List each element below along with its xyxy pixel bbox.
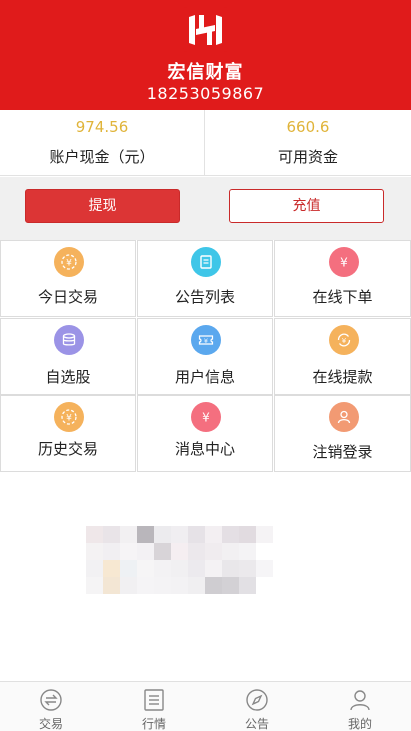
user-phone: 18253059867 — [146, 84, 265, 103]
menu-message-center[interactable]: ¥ 消息中心 — [137, 395, 273, 472]
coin-icon: ¥ — [54, 402, 84, 432]
tab-trade[interactable]: 交易 — [0, 682, 102, 731]
list-icon — [144, 689, 164, 711]
yen-icon: ¥ — [329, 247, 359, 277]
tab-market[interactable]: 行情 — [103, 682, 205, 731]
svg-text:¥: ¥ — [340, 256, 348, 270]
withdraw-button[interactable]: 提现 — [25, 189, 180, 223]
recharge-button[interactable]: 充值 — [229, 189, 384, 223]
cash-label: 账户现金（元） — [49, 148, 155, 166]
pixelated-image — [86, 526, 276, 598]
tab-label: 公告 — [244, 717, 269, 731]
menu-label: 在线提款 — [312, 368, 373, 386]
bottom-tab-bar: 交易 行情 公告 我的 — [0, 681, 411, 731]
refresh-coin-icon: ¥ — [329, 325, 359, 355]
exchange-icon — [40, 689, 62, 711]
menu-label: 用户信息 — [174, 368, 235, 386]
menu-label: 注销登录 — [312, 443, 373, 461]
svg-text:¥: ¥ — [66, 259, 72, 269]
tab-label: 交易 — [38, 717, 63, 731]
menu-label: 自选股 — [45, 368, 91, 386]
menu-history-trades[interactable]: ¥ 历史交易 — [0, 395, 136, 472]
available-value: 660.6 — [286, 118, 330, 136]
available-label: 可用资金 — [277, 148, 338, 166]
tab-label: 我的 — [347, 717, 372, 731]
brand-logo-icon — [183, 7, 228, 52]
header: 宏信财富 18253059867 — [0, 0, 411, 110]
document-icon — [191, 247, 221, 277]
menu-place-order[interactable]: ¥ 在线下单 — [274, 240, 411, 317]
menu-label: 公告列表 — [174, 288, 235, 306]
cash-value: 974.56 — [75, 118, 129, 136]
menu-announcements[interactable]: 公告列表 — [137, 240, 273, 317]
menu-withdraw-online[interactable]: ¥ 在线提款 — [274, 318, 411, 395]
available-stat: 660.6 可用资金 — [205, 110, 411, 176]
user-icon — [329, 402, 359, 432]
yen-icon: ¥ — [191, 402, 221, 432]
menu-grid: ¥ 今日交易 公告列表 ¥ 在线下单 自选股 ¥ 用户信息 ¥ 在线提款 ¥ 历… — [0, 240, 411, 472]
cash-stat: 974.56 账户现金（元） — [0, 110, 205, 176]
menu-label: 消息中心 — [174, 440, 235, 458]
menu-label: 今日交易 — [37, 288, 98, 306]
database-icon — [54, 325, 84, 355]
menu-watchlist[interactable]: 自选股 — [0, 318, 136, 395]
svg-text:¥: ¥ — [342, 337, 347, 345]
compass-icon — [246, 689, 268, 711]
tab-label: 行情 — [141, 717, 166, 731]
menu-label: 历史交易 — [37, 440, 98, 458]
svg-text:¥: ¥ — [202, 411, 210, 425]
menu-today-trades[interactable]: ¥ 今日交易 — [0, 240, 136, 317]
tab-notice[interactable]: 公告 — [206, 682, 308, 731]
user-icon — [350, 690, 370, 711]
brand-name: 宏信财富 — [167, 62, 244, 83]
menu-label: 在线下单 — [312, 288, 373, 306]
account-summary: 974.56 账户现金（元） 660.6 可用资金 — [0, 110, 411, 176]
action-bar: 提现 充值 — [0, 177, 411, 240]
tab-mine[interactable]: 我的 — [309, 682, 411, 731]
svg-text:¥: ¥ — [66, 414, 72, 424]
menu-logout[interactable]: 注销登录 — [274, 395, 411, 472]
ticket-icon: ¥ — [191, 325, 221, 355]
coin-icon: ¥ — [54, 247, 84, 277]
menu-user-info[interactable]: ¥ 用户信息 — [137, 318, 273, 395]
svg-text:¥: ¥ — [204, 337, 208, 345]
